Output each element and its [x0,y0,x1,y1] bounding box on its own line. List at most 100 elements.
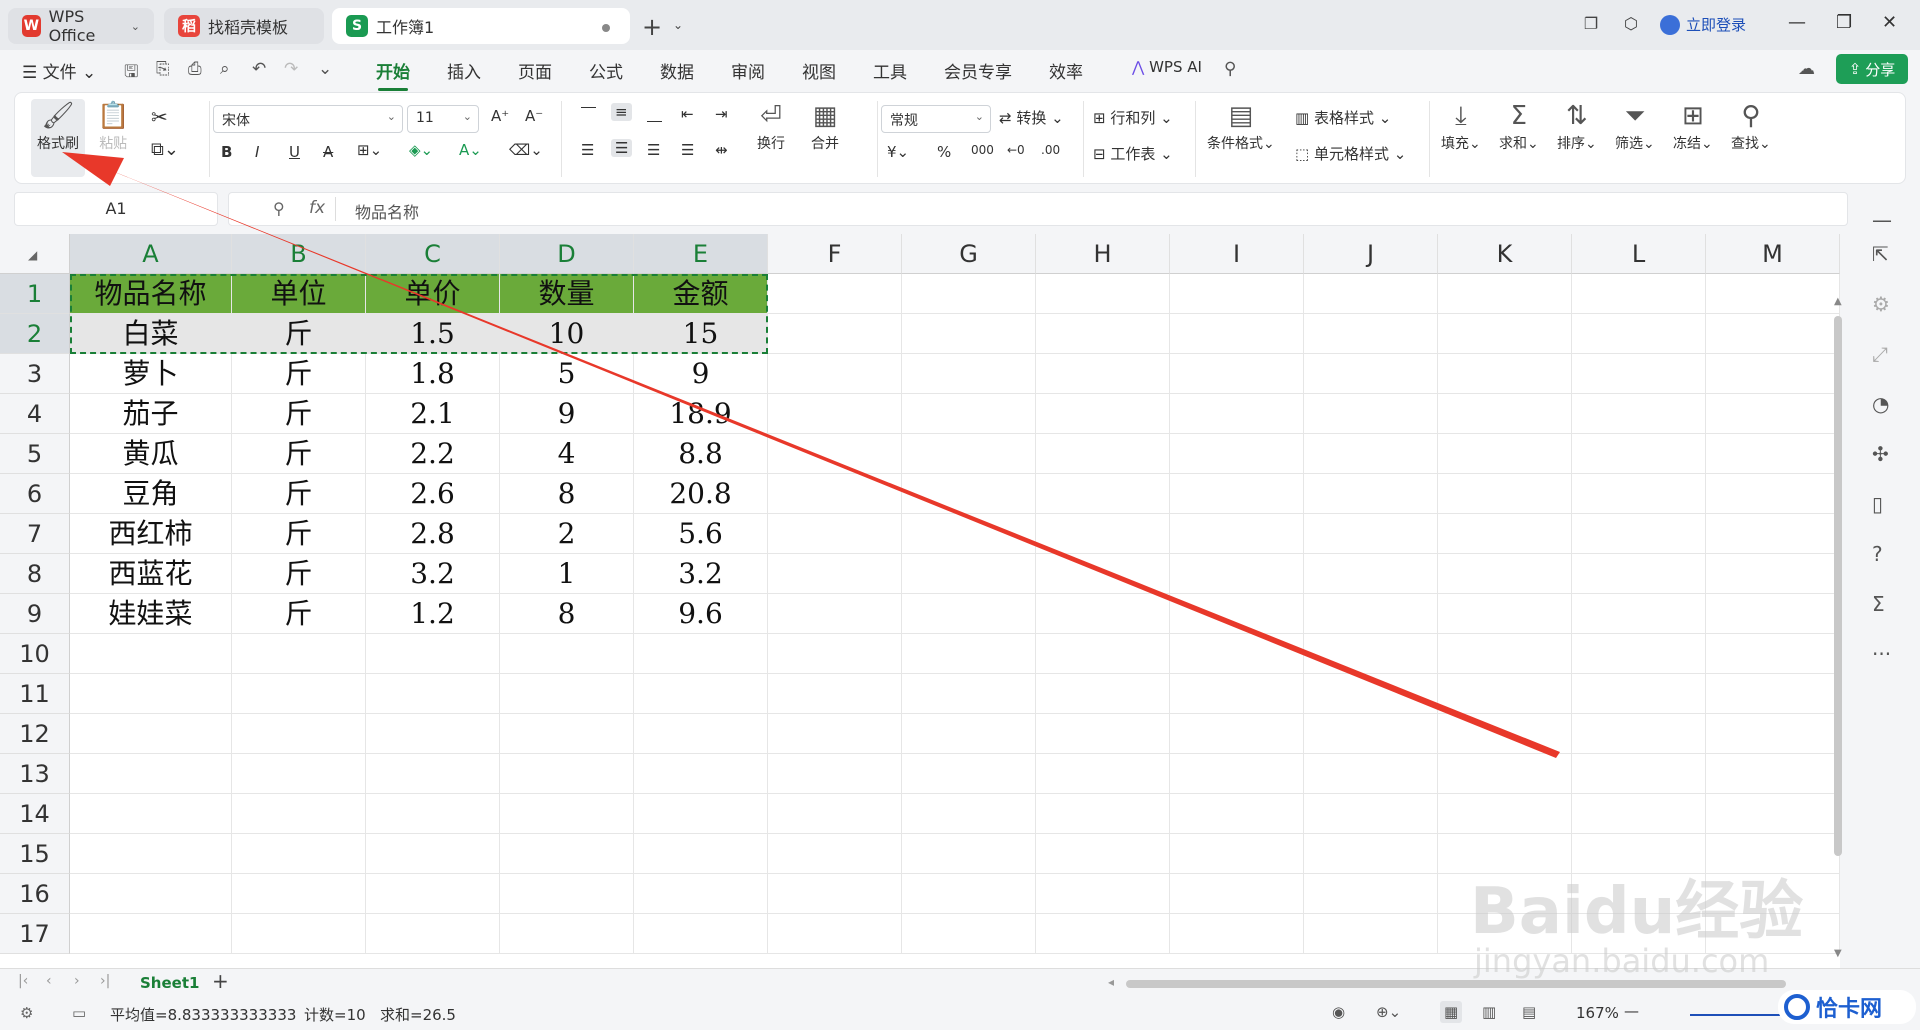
normal-view-icon[interactable]: ▦ [1440,1001,1463,1023]
print-icon[interactable]: ⎙ [188,59,202,79]
page-layout-icon[interactable]: ▥ [1482,1003,1496,1021]
column-header[interactable]: M [1706,234,1840,274]
table-cell[interactable] [902,434,1036,474]
table-cell[interactable] [1304,274,1438,314]
table-cell[interactable]: 5 [500,354,634,394]
table-cell[interactable] [768,914,902,954]
table-cell[interactable] [1572,394,1706,434]
table-cell[interactable] [768,634,902,674]
table-cell[interactable] [1706,554,1840,594]
table-cell[interactable] [366,754,500,794]
table-cell[interactable] [366,794,500,834]
table-cell[interactable] [1438,394,1572,434]
table-cell[interactable]: 物品名称 [70,274,232,314]
table-cell[interactable] [1706,674,1840,714]
table-cell[interactable] [1706,434,1840,474]
column-header[interactable]: G [902,234,1036,274]
table-cell[interactable]: 茄子 [70,394,232,434]
collapse-icon[interactable]: — [1872,208,1892,232]
table-cell[interactable] [1572,634,1706,674]
table-cell[interactable] [768,554,902,594]
table-cell[interactable] [232,914,366,954]
macro-icon[interactable]: ⚙ [20,1004,33,1022]
table-cell[interactable] [902,754,1036,794]
table-cell[interactable] [500,914,634,954]
table-cell[interactable] [1438,554,1572,594]
zoom-level[interactable]: 167% [1576,1004,1619,1022]
table-cell[interactable] [768,674,902,714]
align-right-icon[interactable]: ☰ [647,141,660,159]
share-button[interactable]: ⇪ 分享 [1836,54,1908,84]
table-cell[interactable] [232,794,366,834]
table-cell[interactable]: 3.2 [366,554,500,594]
page-break-icon[interactable]: ▤ [1522,1003,1536,1021]
table-cell[interactable] [1706,274,1840,314]
formula-input[interactable]: ⚲ fx 物品名称 [228,192,1848,226]
justify-icon[interactable]: ☰ [681,141,694,159]
table-cell[interactable] [1438,274,1572,314]
table-cell[interactable] [1572,674,1706,714]
zoom-out-icon[interactable]: — [1624,1002,1639,1020]
help-icon[interactable]: ? [1872,542,1883,566]
table-cell[interactable] [1706,874,1840,914]
table-cell[interactable] [1036,914,1170,954]
align-middle-icon[interactable]: ≡ [611,103,632,121]
prev-sheet-icon[interactable]: ‹ [46,973,52,989]
table-cell[interactable] [366,674,500,714]
table-cell[interactable] [1438,514,1572,554]
column-header[interactable]: E [634,234,768,274]
table-cell[interactable] [768,514,902,554]
row-header[interactable]: 4 [0,394,70,434]
table-cell[interactable] [768,834,902,874]
table-cell[interactable] [1572,594,1706,634]
increase-decimal-icon[interactable]: ←0 [1007,143,1025,157]
table-cell[interactable] [1438,354,1572,394]
table-cell[interactable] [768,794,902,834]
table-cell[interactable] [902,394,1036,434]
login-button[interactable]: 立即登录 [1660,14,1746,35]
decrease-font-icon[interactable]: A⁻ [525,107,543,125]
row-header[interactable]: 12 [0,714,70,754]
table-cell[interactable] [232,874,366,914]
copy-icon[interactable]: ⧉⌄ [151,139,179,160]
table-cell[interactable] [1170,434,1304,474]
table-cell[interactable] [70,754,232,794]
settings-slider-icon[interactable]: ⚙ [1872,292,1890,316]
table-cell[interactable] [768,874,902,914]
increase-font-icon[interactable]: A⁺ [491,107,509,125]
chevron-down-icon[interactable]: ⌄ [318,59,332,79]
column-header[interactable]: B [232,234,366,274]
status-average[interactable]: 平均值=8.833333333333 [110,1004,296,1025]
tab-formula[interactable]: 公式 [589,58,623,83]
table-cell[interactable]: 2.6 [366,474,500,514]
table-cell[interactable] [366,714,500,754]
table-cell[interactable] [1170,634,1304,674]
table-style-button[interactable]: ▥ 表格样式 ⌄ [1295,107,1391,128]
table-cell[interactable] [1170,554,1304,594]
table-cell[interactable] [366,914,500,954]
table-cell[interactable] [1304,594,1438,634]
scroll-up-icon[interactable]: ▲ [1834,296,1842,307]
row-header[interactable]: 9 [0,594,70,634]
row-header[interactable]: 13 [0,754,70,794]
file-menu[interactable]: ☰ 文件 ⌄ [22,58,96,83]
table-cell[interactable] [902,314,1036,354]
fill-button[interactable]: ⤓ 填充⌄ [1441,99,1481,153]
table-cell[interactable] [1706,394,1840,434]
table-cell[interactable] [1304,474,1438,514]
table-cell[interactable] [768,434,902,474]
tab-review[interactable]: 审阅 [731,58,765,83]
table-cell[interactable] [1572,314,1706,354]
table-cell[interactable] [634,914,768,954]
table-cell[interactable] [500,834,634,874]
table-cell[interactable]: 豆角 [70,474,232,514]
table-cell[interactable] [1304,314,1438,354]
table-cell[interactable] [366,874,500,914]
table-cell[interactable] [1706,354,1840,394]
sheet-tab-sheet1[interactable]: Sheet1 [140,974,199,992]
table-cell[interactable]: 18.9 [634,394,768,434]
table-cell[interactable] [1170,794,1304,834]
table-cell[interactable] [1438,434,1572,474]
table-cell[interactable] [1170,754,1304,794]
tab-member[interactable]: 会员专享 [944,58,1012,83]
